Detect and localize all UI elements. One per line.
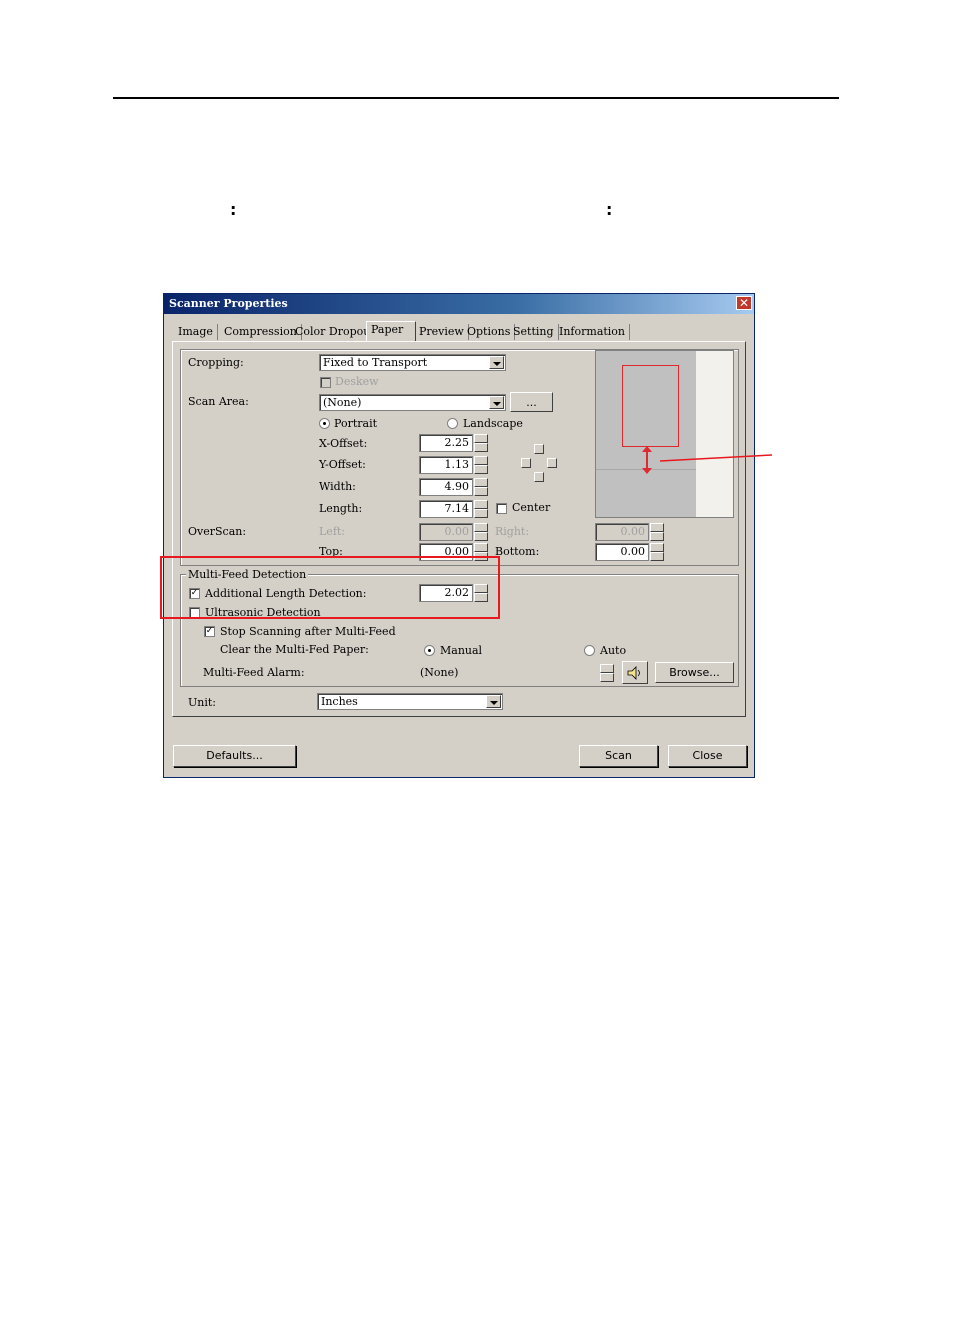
overscan-right-label: Right: [495, 525, 530, 538]
scanner-properties-dialog: Scanner Properties ✕ Image Compression C… [163, 293, 755, 778]
manual-radio[interactable] [424, 645, 435, 656]
unit-value: Inches [321, 695, 358, 708]
position-arrow-pad [519, 442, 559, 486]
width-label: Width: [319, 480, 356, 493]
manual-label: Manual [440, 644, 483, 657]
cropping-value: Fixed to Transport [323, 356, 428, 369]
width-input[interactable]: 4.90 [419, 478, 473, 496]
auto-radio[interactable] [584, 645, 595, 656]
deskew-label: Deskew [335, 375, 379, 388]
doc-colon-right: : [606, 200, 613, 219]
arrow-down-icon[interactable] [534, 472, 544, 482]
length-label: Length: [319, 502, 363, 515]
auto-label: Auto [600, 644, 627, 657]
title-bar: Scanner Properties ✕ [164, 294, 754, 314]
defaults-button[interactable]: Defaults... [173, 745, 296, 767]
dialog-title: Scanner Properties [169, 297, 288, 310]
multifeed-alarm-label: Multi-Feed Alarm: [203, 666, 305, 679]
doc-colon-left: : [230, 200, 237, 219]
length-input[interactable]: 7.14 [419, 500, 473, 518]
overscan-left-input: 0.00 [419, 523, 473, 541]
chevron-down-icon[interactable] [486, 695, 501, 708]
cropping-select[interactable]: Fixed to Transport [319, 354, 506, 371]
overscan-bottom-label: Bottom: [495, 545, 540, 558]
x-offset-input[interactable]: 2.25 [419, 434, 473, 452]
scan-area-label: Scan Area: [188, 395, 249, 408]
tab-image[interactable]: Image [174, 324, 218, 340]
overscan-right-spinner [650, 523, 664, 541]
deskew-checkbox [320, 377, 331, 388]
overscan-bottom-spinner[interactable] [650, 543, 664, 561]
y-offset-spinner[interactable] [474, 456, 488, 474]
cropping-label: Cropping: [188, 356, 244, 369]
arrow-up-icon[interactable] [534, 444, 544, 454]
length-spinner[interactable] [474, 500, 488, 518]
tab-preview[interactable]: Preview [415, 324, 469, 340]
callout-line [659, 454, 773, 462]
stop-scanning-checkbox[interactable]: ✓ [204, 626, 215, 637]
scan-button[interactable]: Scan [579, 745, 658, 767]
scan-area-select[interactable]: (None) [319, 394, 506, 411]
alarm-spinner[interactable] [600, 664, 614, 682]
tab-setting[interactable]: Setting [509, 324, 559, 340]
clear-multifed-label: Clear the Multi-Fed Paper: [220, 643, 369, 656]
width-spinner[interactable] [474, 478, 488, 496]
scan-area-value: (None) [323, 396, 362, 409]
tab-options[interactable]: Options [463, 324, 516, 340]
portrait-radio[interactable] [319, 418, 330, 429]
overscan-left-label: Left: [319, 525, 346, 538]
y-offset-label: Y-Offset: [319, 458, 366, 471]
tab-compression[interactable]: Compression [220, 324, 302, 340]
overscan-right-input: 0.00 [595, 523, 649, 541]
header-rule [113, 97, 839, 99]
y-offset-input[interactable]: 1.13 [419, 456, 473, 474]
unit-select[interactable]: Inches [317, 693, 503, 710]
x-offset-spinner[interactable] [474, 434, 488, 452]
paper-preview [595, 350, 734, 518]
tab-information[interactable]: Information [555, 324, 631, 340]
chevron-down-icon[interactable] [489, 396, 504, 409]
highlight-box [160, 556, 500, 619]
center-checkbox[interactable] [496, 503, 507, 514]
chevron-down-icon[interactable] [489, 356, 504, 369]
portrait-label: Portrait [334, 417, 378, 430]
landscape-radio[interactable] [447, 418, 458, 429]
overscan-left-spinner [474, 523, 488, 541]
scan-area-browse-button[interactable]: ... [510, 392, 553, 412]
arrow-right-icon[interactable] [547, 458, 557, 468]
landscape-label: Landscape [463, 417, 523, 430]
double-arrow-icon [642, 446, 652, 474]
overscan-bottom-input[interactable]: 0.00 [595, 543, 649, 561]
close-button[interactable]: Close [668, 745, 747, 767]
tab-paper[interactable]: Paper [366, 321, 416, 342]
speaker-icon[interactable] [622, 661, 648, 684]
unit-label: Unit: [188, 696, 216, 709]
overscan-label: OverScan: [188, 525, 247, 538]
scan-area-rect [622, 365, 679, 447]
stop-scanning-label: Stop Scanning after Multi-Feed [220, 625, 396, 638]
alarm-browse-button[interactable]: Browse... [655, 662, 734, 683]
center-label: Center [512, 501, 551, 514]
close-icon[interactable]: ✕ [736, 296, 752, 310]
x-offset-label: X-Offset: [319, 437, 368, 450]
multifeed-alarm-value: (None) [417, 663, 599, 683]
arrow-left-icon[interactable] [521, 458, 531, 468]
